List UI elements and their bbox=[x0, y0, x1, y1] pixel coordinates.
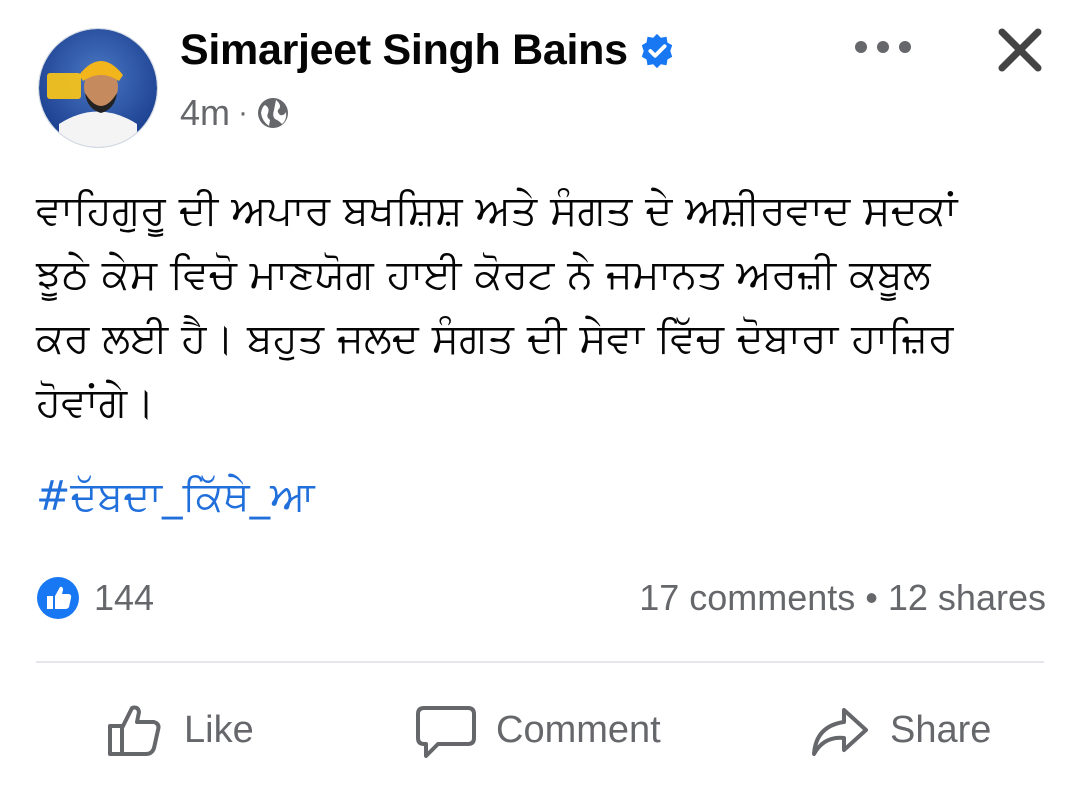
hashtag-link[interactable]: #ਦੱਬਦਾ_ਕਿੱਥੇ_ਆ bbox=[36, 472, 315, 521]
comment-count[interactable]: 17 comments bbox=[639, 577, 855, 619]
like-label: Like bbox=[184, 708, 254, 751]
avatar-image bbox=[39, 29, 157, 147]
like-reaction-icon[interactable] bbox=[36, 576, 80, 620]
share-arrow-icon bbox=[812, 708, 868, 756]
globe-icon bbox=[258, 98, 289, 128]
post-meta: 4m · bbox=[180, 92, 290, 134]
post-stats: 144 17 comments • 12 shares bbox=[36, 570, 1046, 626]
author-row: Simarjeet Singh Bains bbox=[180, 26, 676, 75]
author-name[interactable]: Simarjeet Singh Bains bbox=[180, 26, 628, 75]
post-text: ਵਾਹਿਗੁਰੂ ਦੀ ਅਪਾਰ ਬਖਸ਼ਿਸ਼ ਅਤੇ ਸੰਗਤ ਦੇ ਅਸ਼… bbox=[36, 186, 958, 426]
close-icon[interactable] bbox=[988, 18, 1052, 82]
post-header: Simarjeet Singh Bains 4m · bbox=[0, 0, 1080, 160]
like-count[interactable]: 144 bbox=[94, 577, 154, 619]
comment-button[interactable]: Comment bbox=[414, 698, 661, 762]
thumbs-up-icon bbox=[108, 705, 161, 756]
share-button[interactable]: Share bbox=[808, 698, 991, 762]
more-options-icon[interactable] bbox=[848, 24, 918, 70]
author-avatar[interactable] bbox=[38, 28, 158, 148]
stats-separator: • bbox=[865, 577, 878, 618]
post-time[interactable]: 4m bbox=[180, 92, 230, 134]
meta-separator: · bbox=[238, 96, 249, 129]
share-label: Share bbox=[890, 708, 992, 751]
divider bbox=[36, 661, 1044, 663]
verified-badge-icon bbox=[641, 33, 672, 68]
action-bar: Like Comment Share bbox=[36, 690, 1046, 774]
comment-label: Comment bbox=[496, 708, 661, 751]
comment-bubble-icon bbox=[416, 706, 476, 758]
share-count[interactable]: 12 shares bbox=[888, 577, 1046, 619]
engagement-counts: 17 comments • 12 shares bbox=[639, 577, 1046, 619]
like-button[interactable]: Like bbox=[102, 698, 254, 762]
